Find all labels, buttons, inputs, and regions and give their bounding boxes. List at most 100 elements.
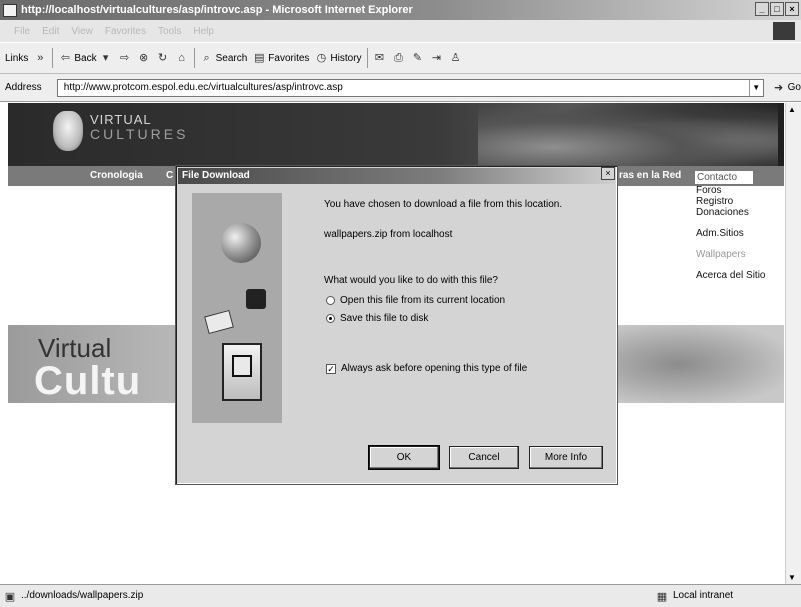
side-menu-foros[interactable]: Foros: [694, 185, 784, 196]
back-button[interactable]: ⇦ Back ▾: [58, 51, 112, 65]
forward-button-icon[interactable]: ⇨: [118, 51, 132, 65]
vertical-scrollbar[interactable]: ▲ ▼: [785, 103, 801, 584]
nav-obras-en-la-red[interactable]: ras en la Red: [619, 170, 681, 181]
side-menu-wallpapers[interactable]: Wallpapers: [694, 249, 784, 260]
dialog-titlebar[interactable]: File Download: [178, 168, 615, 184]
option-save-label: Save this file to disk: [340, 313, 429, 324]
intranet-icon: ▦: [656, 591, 668, 603]
favorites-folder-icon: ▤: [254, 52, 265, 64]
address-label: Address: [5, 82, 42, 93]
site-logo-line2: CULTURES: [90, 126, 189, 142]
status-zone-label: Local intranet: [673, 590, 734, 601]
window-titlebar: http://localhost/virtualcultures/asp/int…: [0, 0, 801, 20]
toolbar: Links » ⇦ Back ▾ ⇨ ⊗ ↻ ⌂ ⌕ Search ▤ Favo…: [0, 42, 801, 74]
menu-file[interactable]: File: [14, 26, 30, 37]
favorites-button[interactable]: ▤ Favorites: [252, 51, 309, 65]
refresh-icon[interactable]: ↻: [156, 51, 170, 65]
menu-view[interactable]: View: [71, 26, 93, 37]
option-open-radio[interactable]: Open this file from its current location: [326, 295, 505, 306]
favorites-label: Favorites: [268, 52, 310, 64]
search-label: Search: [215, 52, 248, 64]
scroll-down-icon[interactable]: ▼: [788, 573, 796, 582]
always-ask-label: Always ask before opening this type of f…: [341, 363, 528, 374]
edit-icon[interactable]: ✎: [411, 51, 425, 65]
go-label: Go: [787, 82, 801, 93]
ie-logo-icon: [773, 22, 795, 40]
menu-edit[interactable]: Edit: [42, 26, 59, 37]
links-chevron-icon[interactable]: »: [33, 51, 47, 65]
toolbar-separator: [52, 48, 54, 68]
status-zone: ▦ Local intranet: [655, 590, 733, 604]
site-banner: VIRTUAL CULTURES: [8, 103, 784, 166]
mail-icon[interactable]: ✉: [373, 51, 387, 65]
download-illustration: [192, 193, 282, 423]
print-icon[interactable]: ⎙: [392, 51, 406, 65]
dialog-file-source: wallpapers.zip from localhost: [324, 229, 453, 240]
discuss-icon[interactable]: ⇥: [430, 51, 444, 65]
stop-icon[interactable]: ⊗: [137, 51, 151, 65]
site-logo[interactable]: VIRTUAL CULTURES: [90, 113, 189, 142]
radio-open-indicator[interactable]: [326, 296, 335, 305]
window-controls: _ □ ×: [755, 2, 799, 16]
banner-photo: [478, 103, 778, 166]
toolbar-separator: [366, 48, 368, 68]
radio-save-indicator[interactable]: [326, 314, 335, 323]
toolbar-separator: [193, 48, 195, 68]
menu-help[interactable]: Help: [193, 26, 214, 37]
option-save-radio[interactable]: Save this file to disk: [326, 313, 428, 324]
menu-bar: File Edit View Favorites Tools Help: [0, 20, 801, 42]
dialog-message: You have chosen to download a file from …: [324, 199, 563, 210]
document-icon: [204, 309, 234, 335]
address-bar: Address http://www.protcom.espol.edu.ec/…: [0, 74, 801, 102]
side-menu: Contacto Foros Registro Donaciones Adm.S…: [694, 170, 784, 281]
go-arrow-icon: ➜: [774, 81, 784, 94]
search-button[interactable]: ⌕ Search: [200, 51, 248, 65]
window-title: http://localhost/virtualcultures/asp/int…: [21, 4, 413, 16]
back-arrow-icon: ⇦: [60, 52, 70, 64]
page-icon: ▣: [4, 591, 16, 603]
nav-cronologia[interactable]: Cronologia: [90, 170, 143, 181]
dialog-question: What would you like to do with this file…: [324, 275, 498, 286]
always-ask-check-indicator[interactable]: ✓: [326, 363, 336, 374]
address-dropdown-icon[interactable]: ▼: [748, 79, 763, 96]
site-logo-image: [53, 111, 83, 151]
cancel-button[interactable]: Cancel: [449, 446, 519, 469]
home-icon[interactable]: ⌂: [175, 51, 189, 65]
side-menu-contacto[interactable]: Contacto: [694, 170, 754, 185]
scroll-up-icon[interactable]: ▲: [788, 105, 796, 114]
search-icon: ⌕: [203, 52, 210, 64]
address-url: http://www.protcom.espol.edu.ec/virtualc…: [63, 81, 343, 93]
links-button[interactable]: Links: [5, 53, 28, 64]
close-window-button[interactable]: ×: [785, 2, 799, 16]
minimize-button[interactable]: _: [755, 2, 769, 16]
nav-partial-item[interactable]: C: [166, 170, 173, 181]
globe-icon: [221, 223, 261, 263]
dialog-title: File Download: [182, 170, 250, 181]
always-ask-checkbox[interactable]: ✓ Always ask before opening this type of…: [326, 363, 527, 374]
go-button[interactable]: ➜ Go: [772, 81, 801, 95]
hero-word-cultures: Cultu: [34, 359, 142, 403]
address-input[interactable]: http://www.protcom.espol.edu.ec/virtualc…: [56, 78, 764, 97]
side-menu-registro[interactable]: Registro: [694, 196, 784, 207]
ok-button[interactable]: OK: [368, 445, 440, 470]
side-menu-adm-sitios[interactable]: Adm.Sitios: [694, 228, 784, 239]
status-left: ▣ ../downloads/wallpapers.zip: [3, 590, 144, 604]
history-label: History: [330, 52, 362, 64]
back-dropdown-icon: ▾: [102, 52, 109, 64]
history-icon: ◷: [316, 52, 327, 64]
menu-favorites[interactable]: Favorites: [105, 26, 146, 37]
computer-icon: [222, 343, 262, 401]
side-menu-donaciones[interactable]: Donaciones: [694, 207, 784, 218]
more-info-button[interactable]: More Info: [529, 446, 603, 469]
maximize-button[interactable]: □: [770, 2, 784, 16]
ie-window-icon: [3, 3, 17, 17]
dialog-close-button[interactable]: ×: [601, 167, 615, 180]
status-text: ../downloads/wallpapers.zip: [21, 590, 144, 601]
menu-tools[interactable]: Tools: [158, 26, 181, 37]
messenger-icon[interactable]: ♙: [449, 51, 463, 65]
option-open-label: Open this file from its current location: [340, 295, 506, 306]
computer-screen: [232, 355, 252, 377]
history-button[interactable]: ◷ History: [314, 51, 362, 65]
status-bar: ▣ ../downloads/wallpapers.zip ▦ Local in…: [0, 584, 801, 607]
side-menu-acerca[interactable]: Acerca del Sitio: [694, 270, 784, 281]
